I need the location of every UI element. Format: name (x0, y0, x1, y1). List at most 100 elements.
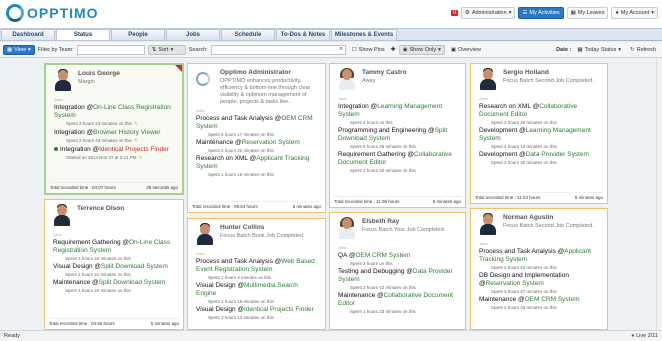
show-pins-checkbox[interactable]: ☐ Show Pins (349, 45, 388, 55)
filter-by-team-label: Filter by Team: (37, 46, 74, 53)
refresh-icon: ↻ (630, 46, 635, 53)
refresh-label: Refresh (636, 46, 656, 53)
person-name[interactable]: Sergio Holland (503, 69, 549, 76)
person-name[interactable]: Louis George (78, 70, 120, 77)
updated-ago: 5 minutes ago (292, 204, 321, 209)
refresh-button[interactable]: ↻ Refresh (627, 45, 659, 55)
card-footer: Total recorded time : 04:07 hours 28 seco… (50, 182, 178, 190)
filter-bar: ▦ View ▾ Filter by Team: ⇅ Sort ▾ Search: ⌕ … (0, 42, 662, 58)
jobs-label: Jobs (479, 96, 488, 101)
task-item: Integration @Learning Management System (338, 103, 443, 118)
activities-icon: ☰ (522, 10, 528, 16)
tab-schedule[interactable]: Schedule (221, 29, 275, 41)
edit-icon[interactable]: ✎ (139, 155, 143, 160)
person-name[interactable]: Hunter Collins (220, 224, 264, 231)
task-item: DB Design and Implementation @Reservatio… (479, 272, 569, 287)
person-card[interactable]: Sergio Holland Focus Batch Second Job Co… (470, 63, 608, 204)
team-select[interactable] (76, 44, 145, 55)
time-spent: Spent 1 hours 15 minutes on this (208, 172, 274, 177)
my-leaves-button[interactable]: ▦ My Leaves (566, 7, 609, 19)
person-name[interactable]: Tammy Castro (362, 69, 407, 76)
tab-dashboard[interactable]: Dashboard (1, 29, 55, 41)
time-spent: Spent 1 hours 4 minutes on this (208, 275, 272, 280)
project-link[interactable]: OEM CRM System (525, 296, 580, 303)
person-card[interactable]: Opptimo Administrator OPPTIMO enhances p… (187, 63, 326, 213)
chevron-down-icon: ▾ (438, 46, 441, 53)
project-link[interactable]: Data Provider System (526, 151, 589, 158)
task-item: QA @OEM CRM System (338, 252, 411, 259)
task-item: Process and Task Analysis @Applicant Tra… (479, 248, 591, 263)
administration-menu[interactable]: ⚙ Administration ▾ (460, 7, 516, 19)
jobs-label: Jobs (53, 232, 62, 237)
time-spent: Spent 3 hours 22 minutes on this (65, 256, 131, 261)
person-card[interactable]: Terrence Olson Jobs Requirement Gatherin… (44, 199, 184, 330)
time-spent: Spent 2 hours 44 minutes on this ✎ (66, 138, 138, 143)
app-title: OPPTIMO (27, 5, 99, 21)
show-only-dropdown[interactable]: ◉ Show Only ▾ (398, 44, 445, 55)
project-link[interactable]: OEM CRM System (355, 252, 410, 259)
live-indicator: ● Live 2/11 (631, 333, 658, 339)
board-scrollbar[interactable] (656, 58, 662, 330)
my-account-menu[interactable]: ● My Account ▾ (611, 7, 658, 19)
admin-icon: ⚙ (464, 10, 470, 16)
person-card[interactable]: Elsbeth Ray Focus Batch Your Job Complet… (329, 212, 466, 330)
checkbox-icon: ☐ (351, 46, 357, 53)
pin-icon: ✚ (390, 47, 396, 53)
time-spent: Spent 1 hours 40 minutes on this (350, 168, 416, 173)
project-link[interactable]: Split Download System (101, 263, 168, 270)
edit-icon[interactable]: ✎ (134, 138, 138, 143)
logo-ring-icon (6, 4, 24, 22)
time-spent: Spent 3 hours 20 minutes on this (65, 288, 131, 293)
time-spent: Spent 3 hours 27 minutes on this (491, 289, 557, 294)
person-card[interactable]: Tammy Castro Away Jobs Integration @Lear… (329, 63, 466, 208)
opptimo-logo-icon (196, 72, 210, 86)
sort-dropdown[interactable]: ⇅ Sort ▾ (147, 44, 186, 55)
jobs-label: Jobs (196, 251, 205, 256)
task-item: Maintenance @Reservation System (196, 139, 300, 146)
total-time: Total recorded time : 04:55 hours (49, 321, 115, 326)
task-item: Integration @On-Line Class Registration … (54, 104, 171, 119)
person-name[interactable]: Elsbeth Ray (362, 218, 399, 225)
jobs-label: Jobs (54, 97, 63, 102)
person-status: Focus Batch Book Job Completed. (220, 233, 305, 239)
person-card[interactable]: Norman Agustin Focus Batch Second Job Co… (470, 208, 608, 330)
alert-badge[interactable]: 0 (451, 10, 458, 16)
project-link[interactable]: Reservation System (242, 139, 300, 146)
administration-label: Administration (471, 10, 507, 16)
tab-milestones-events[interactable]: Milestones & Events (331, 29, 397, 41)
tab-status[interactable]: Status (56, 29, 110, 41)
time-spent: Spent 3 hours 13 minutes on this (208, 315, 274, 320)
time-spent: Spent 2 hours 22 minutes on this (208, 148, 274, 153)
tab-todos-notes[interactable]: To-Dos & Notes (276, 29, 330, 41)
project-link[interactable]: Identical Projects Finder (244, 306, 314, 313)
chevron-down-icon: ▾ (651, 10, 654, 16)
person-status: Focus Batch Your Job Completed. (362, 227, 446, 233)
person-card[interactable]: Hunter Collins Focus Batch Book Job Comp… (187, 218, 326, 330)
person-name[interactable]: Terrence Olson (77, 205, 124, 212)
avatar (479, 68, 497, 90)
person-card[interactable]: Louis George Margin Jobs Integration @On… (44, 63, 184, 195)
updated-ago: 5 minutes ago (432, 199, 461, 204)
tab-jobs[interactable]: Jobs (166, 29, 220, 41)
project-link[interactable]: Identical Projects Finder (99, 146, 169, 153)
edit-icon[interactable]: ✎ (134, 121, 138, 126)
tab-people[interactable]: People (111, 29, 165, 41)
avatar (479, 213, 497, 235)
person-name[interactable]: Opptimo Administrator (220, 69, 291, 76)
status-bar: Ready ● Live 2/11 (0, 330, 662, 341)
project-link[interactable]: Browser History Viewer (93, 129, 160, 136)
date-label: Date : (556, 46, 572, 53)
search-input[interactable]: ⌕ (210, 44, 346, 55)
time-spent: Spent 1 hours 33 minutes on this (350, 309, 416, 314)
person-name[interactable]: Norman Agustin (503, 214, 553, 221)
view-dropdown[interactable]: ▦ View ▾ (3, 44, 35, 55)
avatar (338, 217, 356, 239)
overview-button[interactable]: ▣ Overview (448, 45, 484, 55)
project-link[interactable]: Reservation System (486, 280, 544, 287)
person-status: Margin (78, 79, 95, 85)
avatar (196, 223, 214, 245)
project-link[interactable]: Split Download System (99, 279, 166, 286)
today-status-dropdown[interactable]: ▦ Today Status ▾ (574, 45, 624, 55)
task-item: Requirement Gathering @On-Line Class Reg… (53, 239, 171, 254)
my-activities-button[interactable]: ☰ My Activities (518, 7, 564, 19)
